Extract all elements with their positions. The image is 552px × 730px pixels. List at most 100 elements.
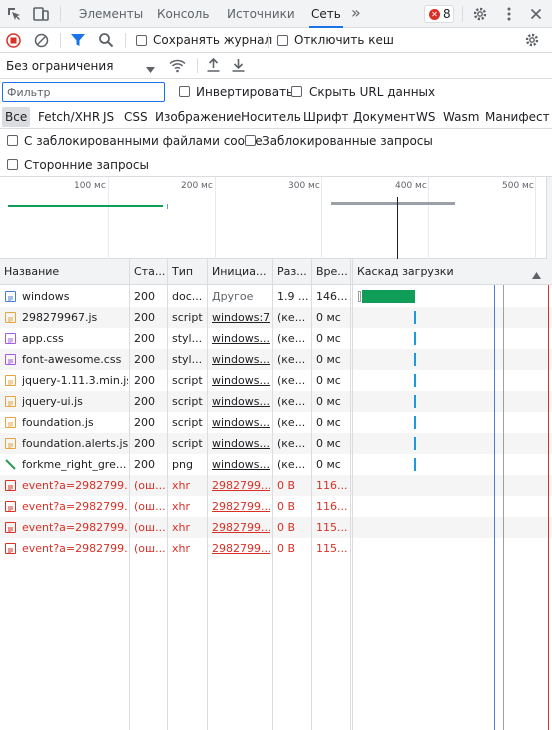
type-filter-fetch-xhr[interactable]: Fetch/XHR: [35, 107, 103, 127]
cell-name[interactable]: foundation.js: [22, 412, 128, 433]
type-filter-js[interactable]: JS: [100, 107, 117, 127]
cell-name[interactable]: font-awesome.css: [22, 349, 128, 370]
table-row[interactable]: app.css 200 styl... windows... (ке... 0 мс: [0, 328, 552, 349]
waterfall-cache-bar: [414, 332, 416, 345]
column-header-size[interactable]: Раз...: [277, 259, 309, 285]
waterfall-cache-bar: [414, 311, 416, 324]
cell-name[interactable]: event?a=2982799...: [22, 475, 128, 496]
type-filter-image[interactable]: Изображение: [152, 107, 244, 127]
cell-initiator[interactable]: 2982799...: [212, 538, 270, 559]
type-filter-wasm[interactable]: Wasm: [440, 107, 482, 127]
type-filter-media[interactable]: Носитель: [238, 107, 304, 127]
filter-funnel-icon[interactable]: [70, 32, 86, 48]
cell-initiator[interactable]: windows...: [212, 391, 270, 412]
blocked-cookies-checkbox[interactable]: [7, 135, 18, 146]
import-har-upload-icon[interactable]: [206, 57, 221, 73]
table-row[interactable]: event?a=2982799... (ош... xhr 2982799... 0 B…: [0, 475, 552, 496]
cell-type: png: [172, 458, 193, 471]
tab-console[interactable]: Консоль: [157, 0, 209, 28]
column-header-time[interactable]: Вре...: [316, 259, 348, 285]
table-row[interactable]: event?a=2982799... (ош... xhr 2982799... 0 B…: [0, 496, 552, 517]
table-row[interactable]: windows 200 doc... Другое 1.9 ... 146...: [0, 286, 552, 307]
network-settings-gear-icon[interactable]: [524, 32, 540, 48]
sort-ascending-icon[interactable]: [532, 268, 541, 279]
cell-name[interactable]: event?a=2982799...: [22, 517, 128, 538]
cell-initiator[interactable]: windows:7: [212, 307, 270, 328]
cell-name[interactable]: foundation.alerts.js: [22, 433, 128, 454]
table-row[interactable]: jquery-1.11.3.min.js 200 script windows... (…: [0, 370, 552, 391]
settings-gear-icon[interactable]: [472, 6, 488, 22]
table-row[interactable]: event?a=2982799... (ош... xhr 2982799... 0 B…: [0, 517, 552, 538]
cell-initiator[interactable]: windows...: [212, 412, 270, 433]
cell-time: 116...: [316, 479, 348, 492]
network-conditions-wifi-icon[interactable]: [169, 58, 186, 73]
table-row[interactable]: jquery-ui.js 200 script windows... (ке... 0 м…: [0, 391, 552, 412]
tab-elements[interactable]: Элементы: [79, 0, 143, 28]
invert-checkbox[interactable]: [179, 86, 190, 97]
column-header-name[interactable]: Название: [4, 259, 128, 285]
close-devtools-icon[interactable]: [528, 6, 544, 22]
cell-initiator[interactable]: 2982799...: [212, 475, 270, 496]
more-tabs-button[interactable]: »: [351, 0, 361, 28]
cell-name[interactable]: windows: [22, 286, 128, 307]
table-row[interactable]: forkme_right_gre... 200 png windows... (ке..…: [0, 454, 552, 475]
cell-name[interactable]: jquery-1.11.3.min.js: [22, 370, 128, 391]
column-header-status[interactable]: Ста...: [134, 259, 166, 285]
cell-name[interactable]: event?a=2982799...: [22, 538, 128, 559]
blocked-requests-checkbox[interactable]: [245, 135, 256, 146]
cell-initiator[interactable]: 2982799...: [212, 517, 270, 538]
export-har-download-icon[interactable]: [231, 57, 246, 73]
cell-initiator[interactable]: windows...: [212, 433, 270, 454]
table-row[interactable]: font-awesome.css 200 styl... windows... (ке.…: [0, 349, 552, 370]
cell-name[interactable]: jquery-ui.js: [22, 391, 128, 412]
type-filter-css[interactable]: CSS: [121, 107, 151, 127]
type-filter-all[interactable]: Все: [2, 107, 31, 127]
script-icon: [5, 312, 16, 323]
device-toolbar-icon[interactable]: [33, 6, 49, 22]
table-row[interactable]: 298279967.js 200 script windows:7 (ке... 0 мс: [0, 307, 552, 328]
cell-initiator[interactable]: windows...: [212, 454, 270, 475]
cell-name[interactable]: event?a=2982799...: [22, 496, 128, 517]
cell-initiator[interactable]: Другое: [212, 286, 270, 307]
search-icon[interactable]: [98, 32, 114, 48]
cell-name[interactable]: forkme_right_gre...: [22, 454, 128, 475]
filter-input[interactable]: [2, 82, 165, 102]
record-stop-icon[interactable]: [6, 33, 21, 48]
type-filter-ws[interactable]: WS: [413, 107, 438, 127]
cell-name[interactable]: 298279967.js: [22, 307, 128, 328]
overview-scrollbar[interactable]: [546, 177, 552, 259]
load-event-line: [548, 285, 549, 730]
kebab-menu-icon[interactable]: [501, 6, 517, 22]
error-count-badge[interactable]: ✕ 8: [424, 5, 454, 23]
hide-data-urls-checkbox[interactable]: [291, 86, 302, 97]
overview-timeline[interactable]: 100 мс 200 мс 300 мс 400 мс 500 мс: [0, 177, 552, 259]
cell-initiator[interactable]: windows...: [212, 370, 270, 391]
column-header-initiator[interactable]: Инициа...: [212, 259, 270, 285]
cell-initiator[interactable]: windows...: [212, 349, 270, 370]
tab-network[interactable]: Сеть: [309, 0, 343, 28]
table-row[interactable]: event?a=2982799... (ош... xhr 2982799... 0 B…: [0, 538, 552, 559]
preserve-log-checkbox[interactable]: [136, 35, 147, 46]
type-filter-font[interactable]: Шрифт: [300, 107, 352, 127]
type-filter-manifest[interactable]: Манифест: [482, 107, 552, 127]
inspect-element-icon[interactable]: [6, 6, 22, 22]
column-header-type[interactable]: Тип: [172, 259, 206, 285]
waterfall-cache-bar: [414, 395, 416, 408]
cell-initiator[interactable]: windows...: [212, 328, 270, 349]
cell-initiator[interactable]: 2982799...: [212, 496, 270, 517]
cell-time: 0 мс: [316, 311, 341, 324]
chevron-down-icon[interactable]: [146, 62, 155, 73]
tab-sources[interactable]: Источники: [227, 0, 295, 28]
cell-name[interactable]: app.css: [22, 328, 128, 349]
column-header-waterfall[interactable]: Каскад загрузки: [357, 259, 527, 285]
table-row[interactable]: foundation.alerts.js 200 script windows... (…: [0, 433, 552, 454]
table-row[interactable]: foundation.js 200 script windows... (ке... 0 …: [0, 412, 552, 433]
disable-cache-checkbox[interactable]: [277, 35, 288, 46]
throttling-select[interactable]: Без ограничения: [6, 59, 113, 73]
third-party-checkbox[interactable]: [7, 159, 18, 170]
requests-table: Название Ста... Тип Инициа... Раз... Вре…: [0, 259, 552, 730]
clear-icon[interactable]: [34, 33, 49, 48]
cell-type: script: [172, 374, 203, 387]
cell-size: (ке...: [277, 311, 306, 324]
type-filter-document[interactable]: Документ: [350, 107, 418, 127]
